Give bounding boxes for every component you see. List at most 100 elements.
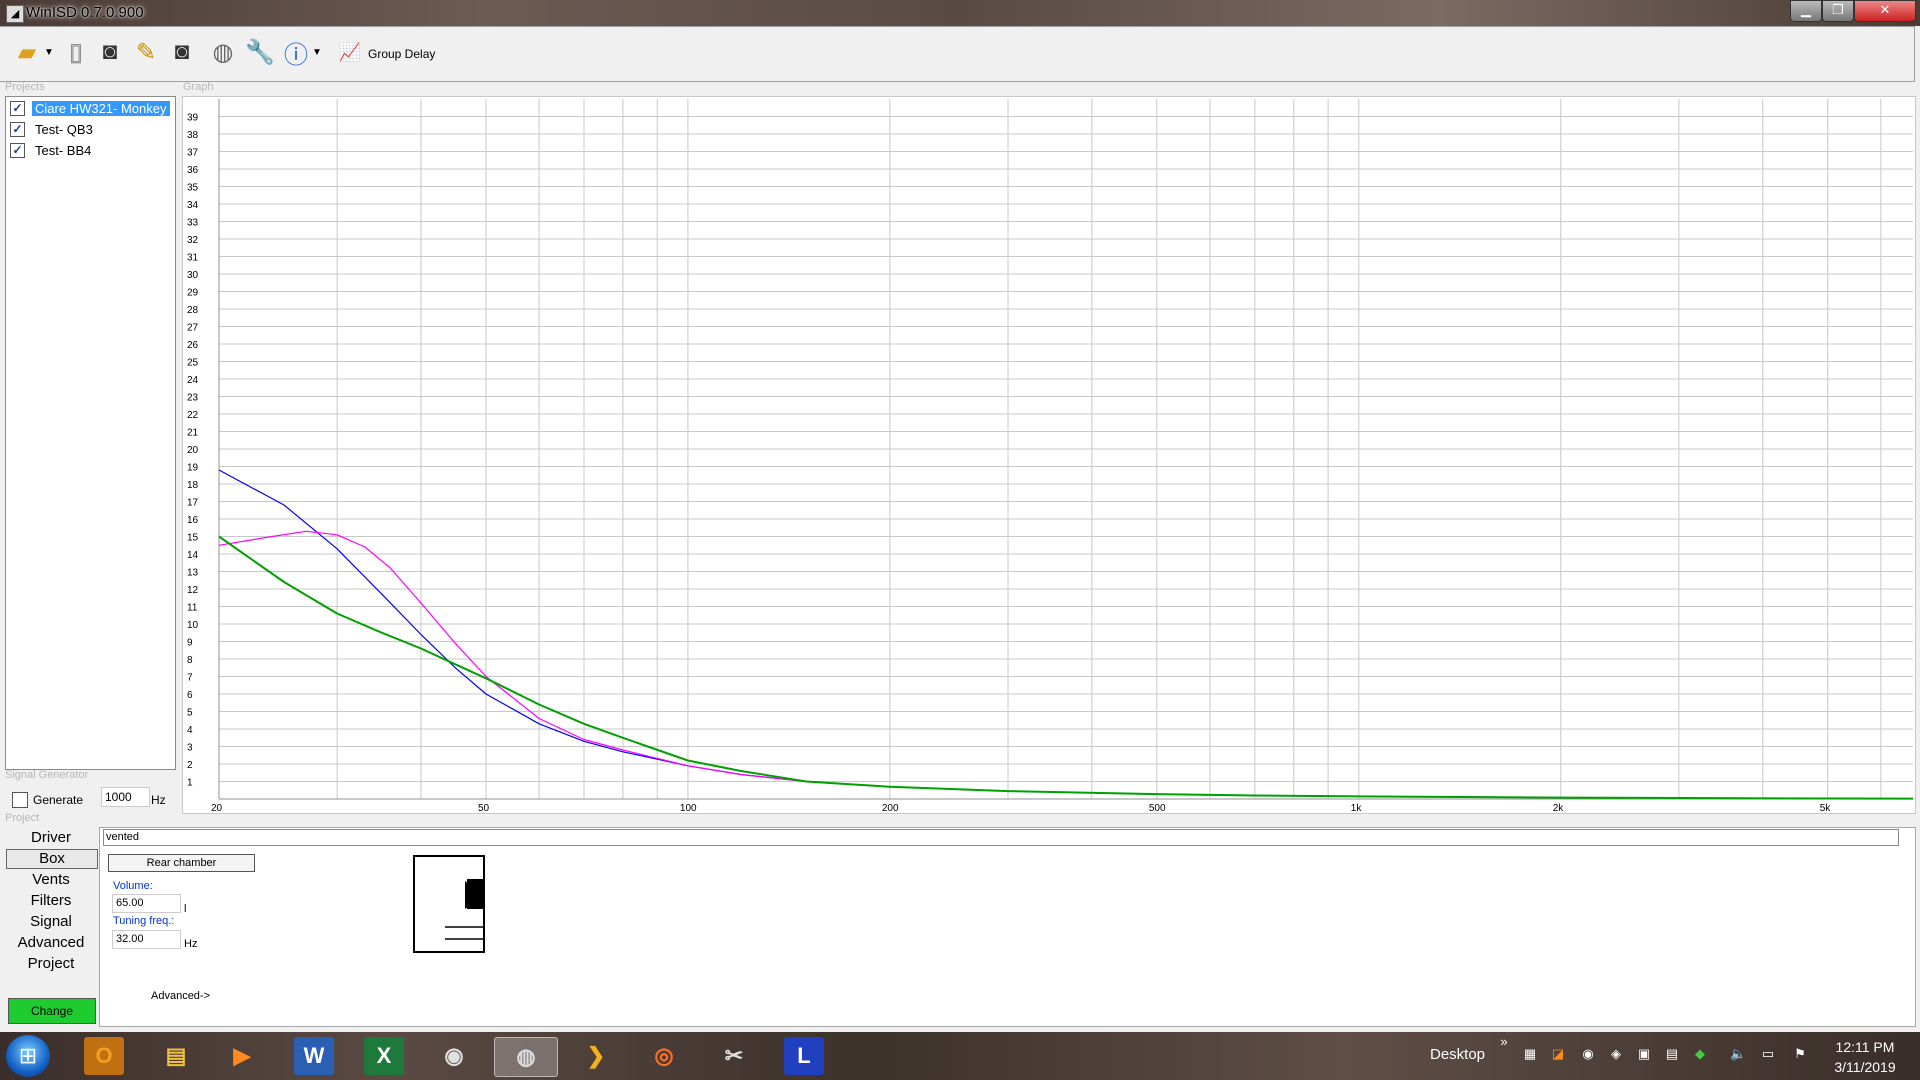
projects-list[interactable]: ✓ Ciare HW321- Monkey ✓ Test- QB3 ✓ Test…: [5, 96, 176, 770]
nav-driver[interactable]: Driver: [6, 829, 96, 847]
chrome-icon[interactable]: ◉: [434, 1037, 474, 1075]
maximize-button[interactable]: ❐: [1822, 0, 1854, 22]
y-tick-label: 11: [187, 603, 198, 614]
graph-type-label[interactable]: Group Delay: [368, 47, 435, 61]
plex-icon[interactable]: ❯: [576, 1037, 616, 1075]
y-tick-label: 32: [187, 235, 199, 246]
project-checkbox[interactable]: ✓: [10, 100, 25, 116]
y-tick-label: 29: [187, 288, 199, 299]
y-tick-label: 17: [187, 498, 199, 509]
x-tick-label: 50: [478, 803, 490, 813]
graph-panel[interactable]: 1 2 3 4 5 6 7 8 9 10 11 12 13 14 15 16 17 18 19 20 21 22 23 24 2…: [182, 96, 1916, 814]
volume-label: Volume:: [113, 880, 153, 892]
y-tick-label: 13: [187, 568, 199, 579]
tuning-freq-input[interactable]: 32.00: [112, 930, 181, 949]
project-checkbox[interactable]: ✓: [10, 121, 25, 137]
y-tick-label: 8: [187, 655, 193, 666]
y-tick-label: 5: [187, 708, 193, 719]
rear-chamber-tab[interactable]: Rear chamber: [108, 854, 255, 872]
app-l-icon[interactable]: L: [784, 1037, 824, 1075]
advanced-link[interactable]: Advanced->: [151, 990, 210, 1002]
y-tick-label: 4: [187, 725, 193, 736]
y-tick-label: 16: [187, 515, 199, 526]
tray-display-icon[interactable]: ▤: [1664, 1046, 1680, 1062]
y-tick-label: 30: [187, 270, 199, 281]
x-tick-label: 1k: [1351, 803, 1363, 813]
y-tick-label: 39: [187, 113, 199, 124]
new-file-icon[interactable]: ▯: [62, 37, 90, 67]
y-tick-label: 1: [187, 778, 193, 789]
tools-icon[interactable]: 🔧: [245, 37, 275, 67]
frequency-input[interactable]: 1000: [101, 787, 150, 807]
x-tick-label: 20: [211, 803, 223, 813]
toolbar-overflow-icon[interactable]: »: [1496, 1034, 1512, 1050]
tray-network-icon[interactable]: ◈: [1608, 1046, 1624, 1062]
y-tick-label: 36: [187, 165, 199, 176]
nav-box[interactable]: Box: [6, 849, 98, 869]
word-icon[interactable]: W: [294, 1037, 334, 1075]
y-tick-label: 15: [187, 533, 199, 544]
nav-signal[interactable]: Signal: [6, 913, 96, 931]
y-tick-label: 12: [187, 585, 199, 596]
explorer-icon[interactable]: ▤: [156, 1037, 196, 1075]
info-dropdown-icon[interactable]: ▼: [312, 37, 322, 67]
y-tick-label: 2: [187, 760, 193, 771]
project-item[interactable]: ✓ Test- BB4: [10, 141, 94, 159]
project-item[interactable]: ✓ Test- QB3: [10, 120, 96, 138]
x-tick-label: 500: [1149, 803, 1166, 813]
tray-network-status-icon[interactable]: ▭: [1760, 1046, 1776, 1062]
open-dropdown-icon[interactable]: ▼: [44, 37, 54, 67]
generate-checkbox-row[interactable]: Generate: [12, 792, 83, 808]
nav-project[interactable]: Project: [6, 955, 96, 973]
nav-advanced[interactable]: Advanced: [6, 934, 96, 952]
volume-input[interactable]: 65.00: [112, 894, 181, 913]
y-tick-label: 10: [187, 620, 199, 631]
graph-section-label: Graph: [183, 81, 214, 93]
project-name: Test- BB4: [35, 142, 92, 158]
project-item[interactable]: ✓ Ciare HW321- Monkey: [10, 99, 170, 117]
open-folder-icon[interactable]: ▰: [12, 37, 42, 67]
driver-editor-icon[interactable]: ◍: [208, 37, 238, 67]
tray-html-icon[interactable]: ◪: [1550, 1046, 1566, 1062]
y-tick-label: 35: [187, 183, 199, 194]
save-all-icon[interactable]: ◙: [168, 37, 196, 67]
save-as-icon[interactable]: ✎: [132, 37, 160, 67]
nav-filters[interactable]: Filters: [6, 892, 96, 910]
tray-chrome-icon[interactable]: ◉: [1580, 1046, 1596, 1062]
firefox-icon[interactable]: ◎: [644, 1037, 684, 1075]
nav-vents[interactable]: Vents: [6, 871, 96, 889]
y-tick-label: 25: [187, 358, 199, 369]
minimize-button[interactable]: ▁: [1790, 0, 1822, 22]
taskbar: ⊞ O ▤ ▶ W X ◉ ◍ ❯ ◎ ✂ L: [0, 1032, 1920, 1080]
tray-volume-icon[interactable]: 🔈: [1730, 1046, 1746, 1062]
desktop-toolbar-label[interactable]: Desktop: [1430, 1046, 1485, 1063]
outlook-icon[interactable]: O: [84, 1037, 124, 1075]
group-delay-chart[interactable]: 1234567891011121314151617181920212223242…: [183, 97, 1915, 813]
app-icon[interactable]: ◢: [6, 5, 24, 23]
graph-type-icon[interactable]: 📈: [336, 37, 364, 67]
box-type-select[interactable]: vented: [103, 829, 1899, 846]
system-clock[interactable]: 12:11 PM 3/11/2019: [1820, 1037, 1910, 1077]
box-settings-panel: [99, 827, 1916, 1027]
save-icon[interactable]: ◙: [96, 37, 124, 67]
excel-icon[interactable]: X: [364, 1037, 404, 1075]
y-tick-label: 37: [187, 148, 199, 159]
change-button[interactable]: Change: [8, 998, 96, 1024]
y-tick-label: 38: [187, 130, 199, 141]
tray-flag-icon[interactable]: ⚑: [1792, 1046, 1808, 1062]
info-icon[interactable]: ⓘ: [282, 37, 310, 69]
close-button[interactable]: ✕: [1854, 0, 1916, 22]
start-button[interactable]: ⊞: [6, 1035, 50, 1077]
y-tick-label: 21: [187, 428, 199, 439]
y-tick-label: 22: [187, 410, 199, 421]
tray-shield-icon[interactable]: ◆: [1692, 1046, 1708, 1062]
y-tick-label: 19: [187, 463, 199, 474]
snipping-tool-icon[interactable]: ✂: [714, 1037, 754, 1075]
tray-app-icon[interactable]: ▦: [1522, 1046, 1538, 1062]
winisd-taskbar-icon[interactable]: ◍: [494, 1037, 558, 1077]
tray-monitor-icon[interactable]: ▣: [1636, 1046, 1652, 1062]
projects-section-label: Projects: [5, 81, 45, 93]
media-player-icon[interactable]: ▶: [222, 1037, 262, 1075]
project-checkbox[interactable]: ✓: [10, 142, 25, 158]
generate-checkbox[interactable]: [12, 792, 28, 808]
